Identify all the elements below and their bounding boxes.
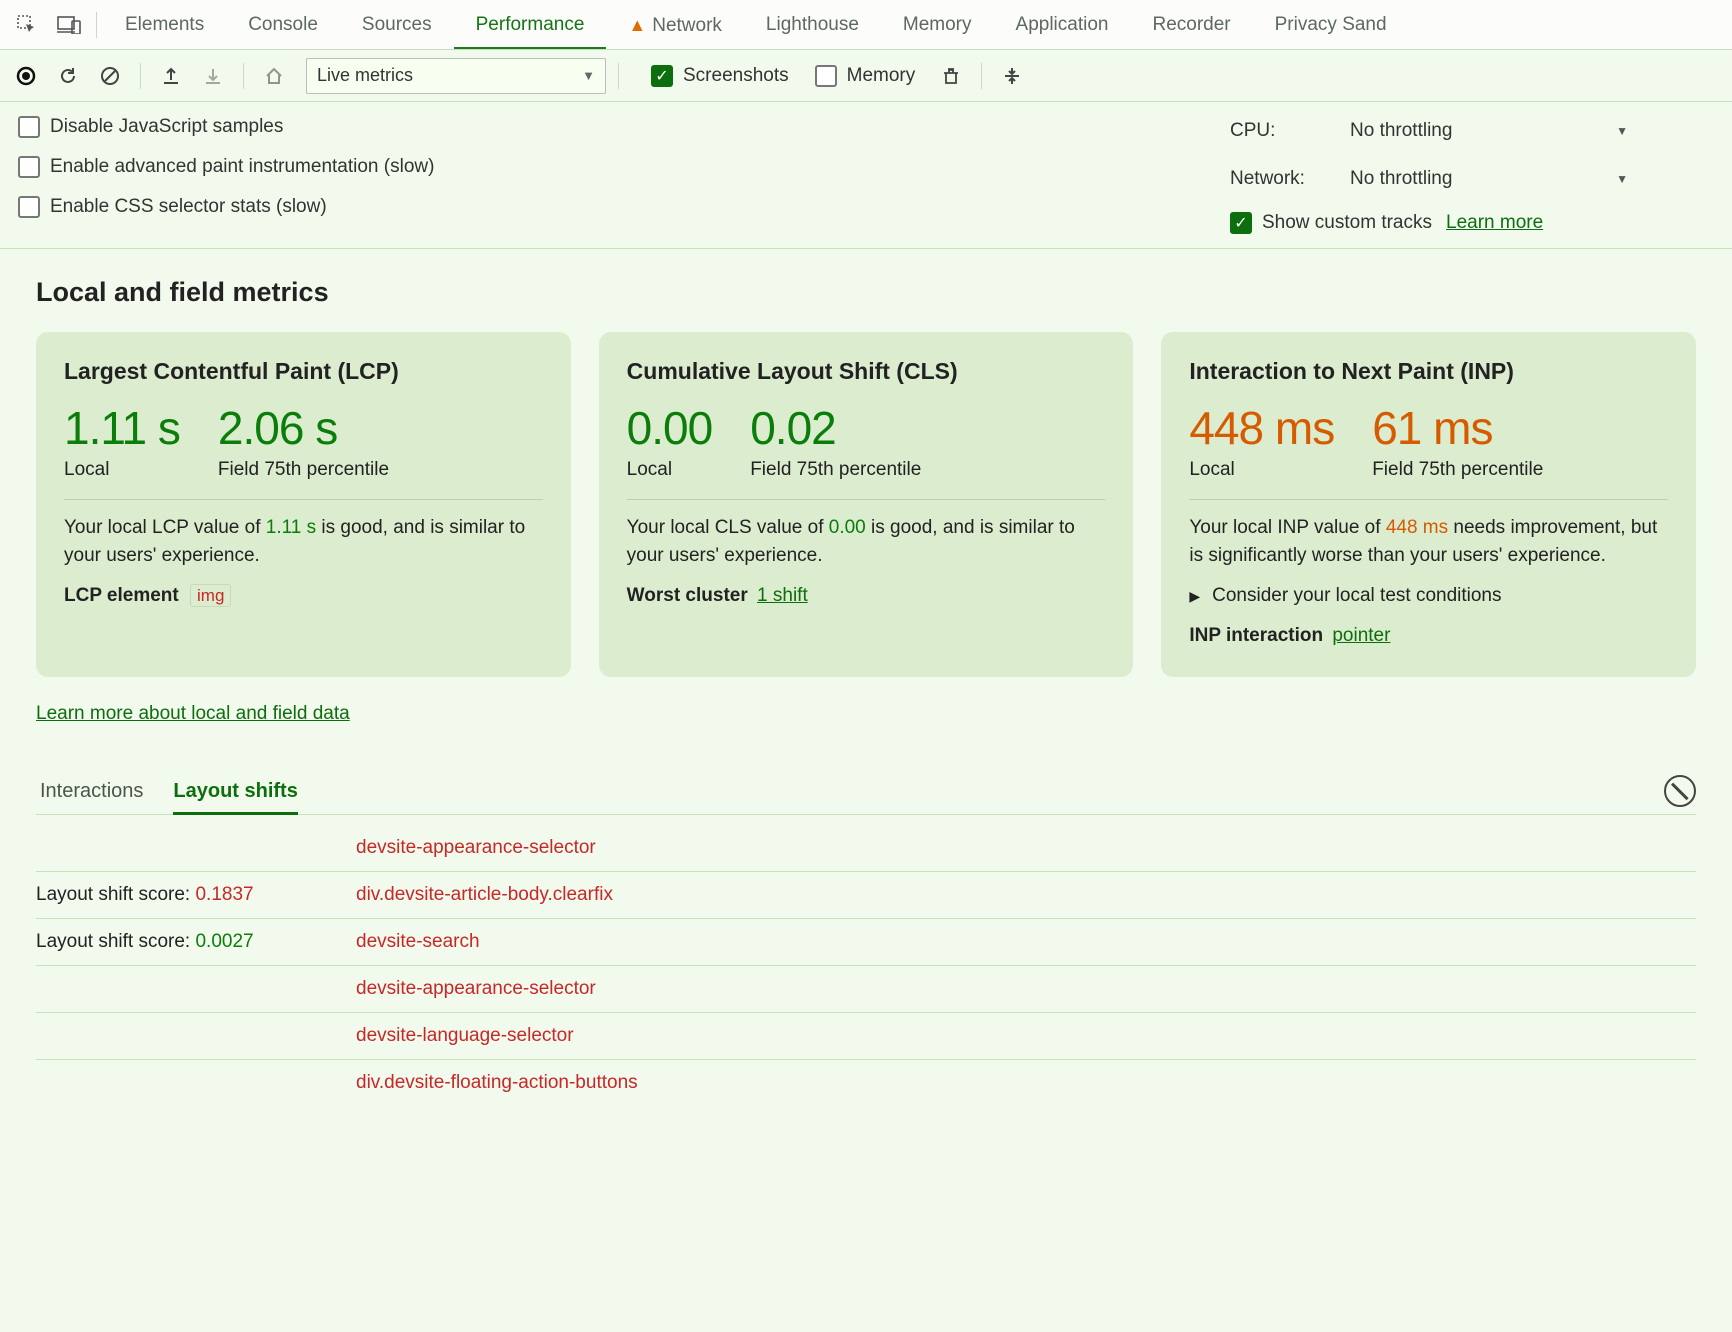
network-throttle-row: Network: No throttling ▼: [1230, 164, 1710, 194]
tab-elements[interactable]: Elements: [103, 0, 226, 50]
separator: [140, 63, 141, 89]
clear-icon[interactable]: [92, 58, 128, 94]
tab-memory[interactable]: Memory: [881, 0, 994, 50]
live-metrics-panel: Local and field metrics Largest Contentf…: [0, 249, 1732, 1146]
subtab-interactions[interactable]: Interactions: [40, 771, 143, 815]
checkbox-off-icon: [18, 156, 40, 178]
screenshots-checkbox[interactable]: ✓ Screenshots: [651, 65, 789, 87]
section-title: Local and field metrics: [36, 277, 1696, 308]
cpu-throttle-select[interactable]: No throttling ▼: [1344, 116, 1634, 146]
record-icon[interactable]: [8, 58, 44, 94]
learn-more-link[interactable]: Learn more: [1446, 212, 1543, 234]
separator: [981, 63, 982, 89]
collapse-icon[interactable]: [994, 58, 1030, 94]
metric-cards: Largest Contentful Paint (LCP) 1.11 s Lo…: [36, 332, 1696, 677]
tab-console[interactable]: Console: [226, 0, 340, 50]
lcp-description: Your local LCP value of 1.11 s is good, …: [64, 514, 543, 569]
cls-description: Your local CLS value of 0.00 is good, an…: [627, 514, 1106, 569]
lcp-field: 2.06 s Field 75th percentile: [218, 401, 389, 481]
checkbox-off-icon: [18, 196, 40, 218]
separator: [96, 12, 97, 38]
checkbox-on-icon: ✓: [1230, 212, 1252, 234]
performance-toolbar: Live metrics ▼ ✓ Screenshots Memory: [0, 50, 1732, 102]
gc-icon[interactable]: [933, 58, 969, 94]
cls-cluster-link[interactable]: 1 shift: [757, 585, 808, 606]
tab-sources[interactable]: Sources: [340, 0, 454, 50]
lcp-element-tag[interactable]: img: [190, 584, 231, 607]
log-row[interactable]: Layout shift score: 0.1837 div.devsite-a…: [36, 872, 1696, 919]
log-row[interactable]: div.devsite-floating-action-buttons: [36, 1060, 1696, 1106]
show-custom-tracks-checkbox[interactable]: ✓ Show custom tracks: [1230, 212, 1432, 234]
lcp-element: LCP element img: [64, 585, 543, 607]
mode-select-value: Live metrics: [317, 65, 413, 86]
checkbox-off-icon: [18, 116, 40, 138]
tab-application[interactable]: Application: [994, 0, 1131, 50]
inp-title: Interaction to Next Paint (INP): [1189, 358, 1668, 385]
subtab-layout-shifts[interactable]: Layout shifts: [173, 771, 297, 815]
chevron-down-icon: ▼: [1616, 172, 1628, 186]
device-toggle-icon[interactable]: [48, 4, 90, 46]
separator: [243, 63, 244, 89]
warning-icon: ▲: [628, 15, 646, 35]
inp-expand[interactable]: ▶ Consider your local test conditions: [1189, 585, 1668, 607]
log-row[interactable]: Layout shift score: 0.0027 devsite-searc…: [36, 919, 1696, 966]
inp-interaction: INP interaction pointer: [1189, 625, 1668, 647]
mode-select[interactable]: Live metrics ▼: [306, 58, 606, 94]
cls-local: 0.00 Local: [627, 401, 713, 481]
checkbox-on-icon: ✓: [651, 65, 673, 87]
inp-description: Your local INP value of 448 ms needs imp…: [1189, 514, 1668, 569]
chevron-down-icon: ▼: [1616, 124, 1628, 138]
tab-privacy[interactable]: Privacy Sand: [1253, 0, 1409, 50]
cpu-throttle-row: CPU: No throttling ▼: [1230, 116, 1710, 146]
memory-checkbox[interactable]: Memory: [815, 65, 916, 87]
tab-network[interactable]: ▲Network: [606, 0, 744, 50]
css-selector-stats-checkbox[interactable]: Enable CSS selector stats (slow): [18, 196, 434, 218]
checkbox-off-icon: [815, 65, 837, 87]
cls-field: 0.02 Field 75th percentile: [750, 401, 921, 481]
reload-icon[interactable]: [50, 58, 86, 94]
performance-options: Disable JavaScript samples Enable advanc…: [0, 102, 1732, 249]
inspect-icon[interactable]: [6, 4, 48, 46]
inp-local: 448 ms Local: [1189, 401, 1334, 481]
devtools-tabstrip: Elements Console Sources Performance ▲Ne…: [0, 0, 1732, 50]
upload-icon[interactable]: [153, 58, 189, 94]
inp-card: Interaction to Next Paint (INP) 448 ms L…: [1161, 332, 1696, 677]
lcp-title: Largest Contentful Paint (LCP): [64, 358, 543, 385]
cls-worst-cluster: Worst cluster 1 shift: [627, 585, 1106, 607]
inp-interaction-link[interactable]: pointer: [1332, 625, 1390, 646]
log-row[interactable]: devsite-language-selector: [36, 1013, 1696, 1060]
disclosure-triangle-icon: ▶: [1189, 588, 1200, 605]
network-throttle-select[interactable]: No throttling ▼: [1344, 164, 1634, 194]
layout-shift-log: devsite-appearance-selector Layout shift…: [36, 825, 1696, 1106]
cls-title: Cumulative Layout Shift (CLS): [627, 358, 1106, 385]
log-row[interactable]: devsite-appearance-selector: [36, 966, 1696, 1013]
tab-performance[interactable]: Performance: [454, 0, 607, 50]
log-subtabs: Interactions Layout shifts: [36, 771, 1696, 815]
learn-more-data-link[interactable]: Learn more about local and field data: [36, 703, 350, 725]
chevron-down-icon: ▼: [582, 68, 595, 83]
disable-js-checkbox[interactable]: Disable JavaScript samples: [18, 116, 434, 138]
custom-tracks-row: ✓ Show custom tracks Learn more: [1230, 212, 1710, 234]
download-icon[interactable]: [195, 58, 231, 94]
advanced-paint-checkbox[interactable]: Enable advanced paint instrumentation (s…: [18, 156, 434, 178]
separator: [618, 63, 619, 89]
cls-card: Cumulative Layout Shift (CLS) 0.00 Local…: [599, 332, 1134, 677]
inp-field: 61 ms Field 75th percentile: [1372, 401, 1543, 481]
tab-lighthouse[interactable]: Lighthouse: [744, 0, 881, 50]
lcp-local: 1.11 s Local: [64, 401, 180, 481]
home-icon[interactable]: [256, 58, 292, 94]
log-row[interactable]: devsite-appearance-selector: [36, 825, 1696, 872]
lcp-card: Largest Contentful Paint (LCP) 1.11 s Lo…: [36, 332, 571, 677]
clear-log-button[interactable]: [1664, 775, 1696, 807]
tab-recorder[interactable]: Recorder: [1130, 0, 1252, 50]
